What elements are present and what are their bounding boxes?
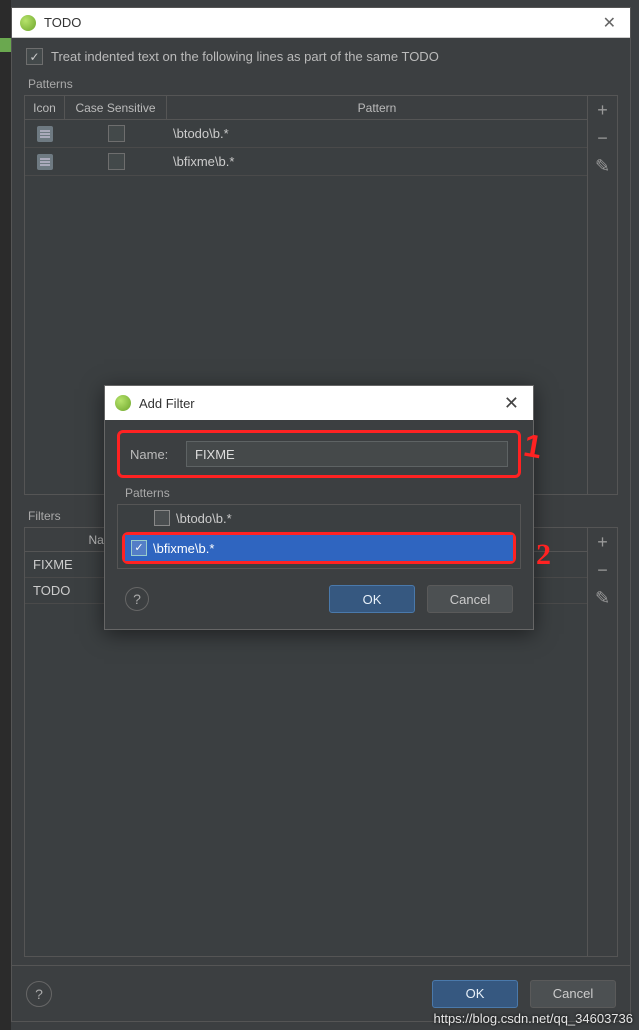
ok-button[interactable]: OK (432, 980, 518, 1008)
pattern-text: \bfixme\b.* (167, 154, 587, 169)
android-studio-icon (115, 395, 131, 411)
add-filter-dialog: Add Filter ✕ Name: Patterns \btodo\b.* \… (104, 385, 534, 630)
patterns-header-pattern: Pattern (167, 96, 587, 119)
treat-indented-row[interactable]: Treat indented text on the following lin… (24, 48, 618, 65)
list-item[interactable]: \btodo\b.* (118, 505, 520, 531)
modal-titlebar[interactable]: Add Filter ✕ (105, 386, 533, 420)
edit-filter-button[interactable]: ✎ (588, 584, 617, 612)
pattern-text: \btodo\b.* (167, 126, 587, 141)
name-label: Name: (130, 447, 176, 462)
titlebar[interactable]: TODO ✕ (12, 8, 630, 38)
help-button[interactable]: ? (26, 981, 52, 1007)
patterns-section-label: Patterns (28, 77, 618, 91)
android-studio-icon (20, 15, 36, 31)
filter-name-input[interactable] (186, 441, 508, 467)
cancel-button[interactable]: Cancel (427, 585, 513, 613)
pattern-icon (25, 154, 65, 170)
ok-button[interactable]: OK (329, 585, 415, 613)
pattern-cs-cell[interactable] (65, 153, 167, 170)
name-field-group: Name: (117, 430, 521, 478)
file-icon (37, 154, 53, 170)
highlighted-row-annotation: \bfixme\b.* (122, 532, 516, 564)
pattern-text: \bfixme\b.* (153, 541, 214, 556)
table-row[interactable]: \bfixme\b.* (25, 148, 587, 176)
remove-filter-button[interactable]: − (588, 556, 617, 584)
close-icon[interactable]: ✕ (500, 393, 523, 414)
pattern-checkbox[interactable] (154, 510, 170, 526)
case-sensitive-checkbox[interactable] (108, 125, 125, 142)
add-pattern-button[interactable]: + (588, 96, 617, 124)
treat-indented-checkbox[interactable] (26, 48, 43, 65)
add-filter-button[interactable]: + (588, 528, 617, 556)
editor-left-sliver (0, 0, 11, 1030)
file-icon (37, 126, 53, 142)
list-item[interactable]: \bfixme\b.* (125, 535, 513, 561)
modal-patterns-label: Patterns (125, 486, 521, 500)
filters-toolbar: + − ✎ (587, 528, 617, 956)
dialog-title: TODO (44, 15, 597, 30)
modal-title: Add Filter (139, 396, 500, 411)
treat-indented-label: Treat indented text on the following lin… (51, 49, 439, 64)
help-button[interactable]: ? (125, 587, 149, 611)
table-row[interactable]: \btodo\b.* (25, 120, 587, 148)
close-icon[interactable]: ✕ (597, 13, 622, 33)
pattern-icon (25, 126, 65, 142)
editor-green-marker (0, 38, 11, 52)
cancel-button[interactable]: Cancel (530, 980, 616, 1008)
modal-patterns-list[interactable]: \btodo\b.* \bfixme\b.* (117, 504, 521, 569)
edit-pattern-button[interactable]: ✎ (588, 152, 617, 180)
pattern-text: \btodo\b.* (176, 511, 232, 526)
watermark: https://blog.csdn.net/qq_34603736 (434, 1011, 634, 1026)
patterns-toolbar: + − ✎ (587, 96, 617, 494)
case-sensitive-checkbox[interactable] (108, 153, 125, 170)
remove-pattern-button[interactable]: − (588, 124, 617, 152)
patterns-header: Icon Case Sensitive Pattern (25, 96, 587, 120)
pattern-checkbox[interactable] (131, 540, 147, 556)
patterns-header-case-sensitive: Case Sensitive (65, 96, 167, 119)
pattern-cs-cell[interactable] (65, 125, 167, 142)
modal-button-bar: ? OK Cancel (117, 569, 521, 617)
patterns-header-icon: Icon (25, 96, 65, 119)
